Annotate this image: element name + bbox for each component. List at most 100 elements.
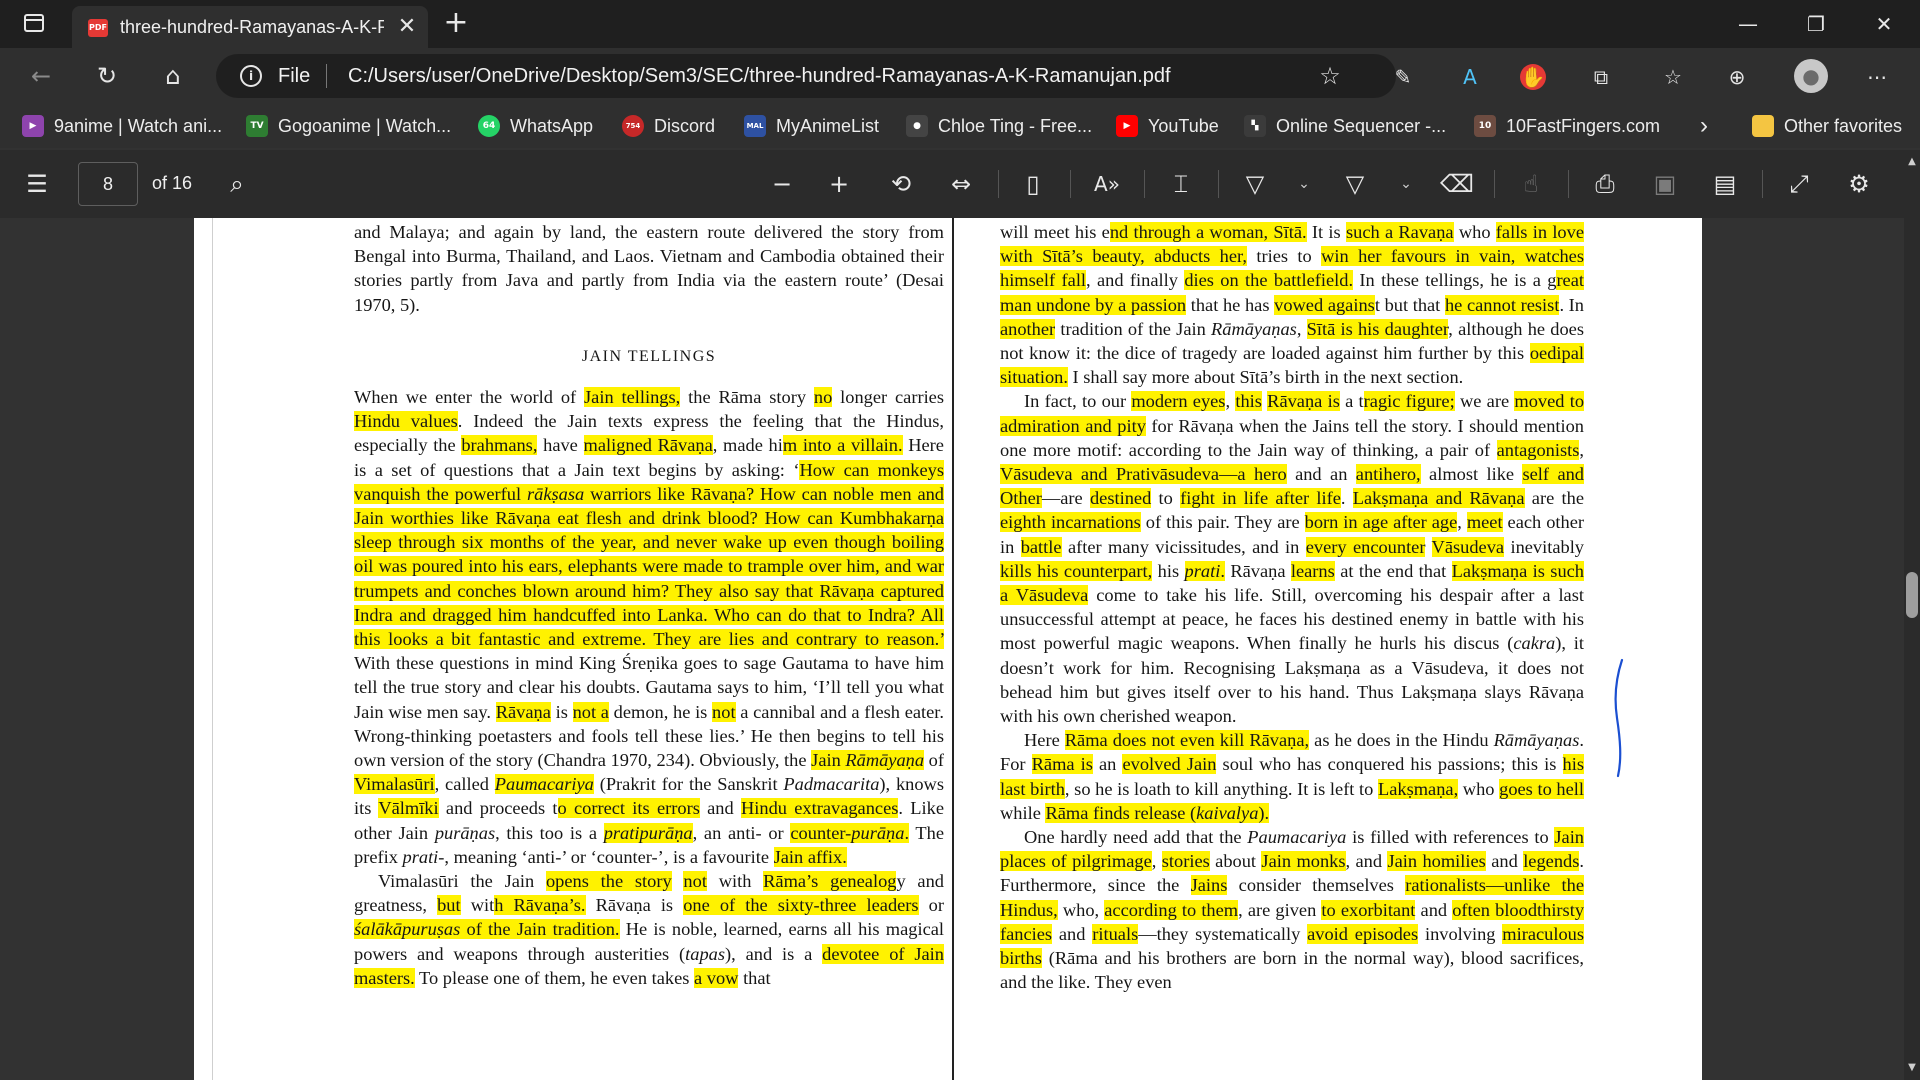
navigation-bar: ← ↻ ⌂ i File C:/Users/user/OneDrive/Desk…	[0, 48, 1920, 104]
favorite-discord[interactable]: 754 Discord	[622, 113, 715, 139]
favorite-label: Gogoanime | Watch...	[278, 115, 452, 136]
toolbar-separator	[1762, 170, 1763, 198]
toolbar-separator	[1494, 170, 1495, 198]
save-icon[interactable]: ▣	[1648, 167, 1682, 201]
favorites-overflow-chevron-icon[interactable]: ›	[1700, 112, 1708, 139]
add-favorite-icon[interactable]: ☆	[1314, 60, 1346, 92]
favorite-label: WhatsApp	[510, 115, 594, 136]
chloe-ting-icon: ●	[906, 115, 928, 137]
zoom-in-icon[interactable]: +	[822, 167, 856, 201]
close-window-button[interactable]: ✕	[1864, 8, 1904, 40]
favorite-label: YouTube	[1148, 115, 1219, 136]
page-number-input[interactable]: 8	[78, 162, 138, 206]
collections-icon[interactable]: ⊕	[1722, 62, 1752, 92]
folder-icon	[1752, 115, 1774, 137]
text-paragraph: In fact, to our modern eyes, this Rāvaṇa…	[1000, 391, 1585, 727]
scroll-down-arrow-icon[interactable]: ▼	[1904, 1060, 1920, 1076]
print-icon[interactable]: ⎙	[1588, 167, 1622, 201]
tab-strip: PDF three-hundred-Ramayanas-A-K-Ramanuja…	[0, 0, 1920, 48]
chevron-right-icon: ›	[1700, 112, 1708, 139]
page-view-icon[interactable]: ▯	[1016, 167, 1050, 201]
vertical-scrollbar[interactable]: ▲ ▼	[1904, 150, 1920, 1080]
fit-width-icon[interactable]: ⇔	[944, 167, 978, 201]
10fastfingers-icon: 10	[1474, 115, 1496, 137]
minimize-button[interactable]: —	[1728, 8, 1768, 40]
pdf-toolbar: ☰ 8 of 16 ⌕ − + ⟲ ⇔ ▯ A» ⌶ ▽ ⌄ ▽ ⌄ ⌫ ☝ ⎙…	[0, 150, 1920, 218]
text-paragraph: One hardly need add that the Paumacariya…	[1000, 827, 1585, 993]
toolbar-separator	[998, 170, 999, 198]
pen-extension-icon[interactable]: ✎	[1388, 62, 1418, 92]
page-edge-line	[212, 218, 213, 1080]
text-paragraph: When we enter the world of Jain tellings…	[354, 387, 945, 867]
zoom-out-icon[interactable]: −	[765, 167, 799, 201]
text-paragraph: will meet his end through a woman, Sītā.…	[1000, 222, 1584, 388]
find-search-icon[interactable]: ⌕	[220, 167, 254, 201]
tab-close-icon[interactable]: ✕	[392, 12, 422, 42]
url-text[interactable]: C:/Users/user/OneDrive/Desktop/Sem3/SEC/…	[348, 65, 1171, 88]
favorite-10fastfingers[interactable]: 10 10FastFingers.com	[1474, 113, 1660, 139]
highlight-icon[interactable]: ▽	[1338, 167, 1372, 201]
refresh-icon[interactable]: ↻	[88, 58, 126, 94]
restore-button[interactable]: ❐	[1796, 8, 1836, 40]
discord-icon: 754	[622, 115, 644, 137]
settings-gear-icon[interactable]: ⚙	[1842, 167, 1876, 201]
tab-actions-icon[interactable]	[24, 14, 44, 32]
toolbar-separator	[1144, 170, 1145, 198]
rotate-icon[interactable]: ⟲	[884, 167, 918, 201]
new-tab-button[interactable]: +	[440, 8, 472, 40]
favorite-online-sequencer[interactable]: ▚ Online Sequencer -...	[1244, 113, 1446, 139]
highlight-options-chevron-icon[interactable]: ⌄	[1398, 173, 1414, 195]
save-as-icon[interactable]: ▤	[1708, 167, 1742, 201]
touch-writing-icon[interactable]: ☝	[1514, 167, 1548, 201]
favorite-whatsapp[interactable]: 64 WhatsApp	[478, 113, 593, 139]
profile-avatar-icon[interactable]: ●	[1794, 59, 1828, 93]
myanimelist-icon: MAL	[744, 115, 766, 137]
scrollbar-thumb[interactable]	[1906, 572, 1918, 618]
more-menu-icon[interactable]: ⋯	[1862, 62, 1892, 92]
translate-extension-icon[interactable]: A	[1455, 62, 1485, 92]
toolbar-separator	[1568, 170, 1569, 198]
info-icon[interactable]: i	[240, 65, 262, 87]
pdf-page-spread: and Malaya; and again by land, the easte…	[194, 218, 1702, 1080]
toolbar-separator	[1218, 170, 1219, 198]
youtube-icon: ▶	[1116, 115, 1138, 137]
scroll-up-arrow-icon[interactable]: ▲	[1904, 154, 1920, 170]
document-viewport[interactable]: and Malaya; and again by land, the easte…	[0, 218, 1904, 1080]
tab-active[interactable]: PDF three-hundred-Ramayanas-A-K-Ramanuja…	[72, 6, 428, 48]
fullscreen-icon[interactable]: ⤢	[1782, 167, 1816, 201]
section-heading: JAIN TELLINGS	[581, 347, 717, 365]
draw-options-chevron-icon[interactable]: ⌄	[1296, 173, 1312, 195]
home-icon[interactable]: ⌂	[154, 58, 192, 94]
favorite-label: Discord	[654, 115, 716, 136]
pen-annotation-stroke	[1614, 658, 1624, 778]
adblock-extension-icon[interactable]: ✋	[1520, 64, 1546, 90]
online-sequencer-icon: ▚	[1244, 115, 1266, 137]
draw-icon[interactable]: ▽	[1238, 167, 1272, 201]
gogoanime-icon: TV	[246, 115, 268, 137]
text-paragraph: and Malaya; and again by land, the easte…	[354, 222, 944, 315]
tab-title: three-hundred-Ramayanas-A-K-Ramanujan.pd…	[120, 17, 384, 37]
favorite-label: 10FastFingers.com	[1506, 115, 1661, 136]
extensions-icon[interactable]: ⧉	[1586, 62, 1616, 92]
favorite-chloe-ting[interactable]: ● Chloe Ting - Free...	[906, 113, 1092, 139]
left-column: and Malaya; and again by land, the easte…	[354, 220, 945, 990]
pdf-icon: PDF	[88, 19, 108, 37]
page-total: of 16	[152, 173, 193, 193]
other-favorites-label: Other favorites	[1784, 115, 1903, 136]
other-favorites[interactable]: Other favorites	[1752, 113, 1902, 139]
back-arrow-icon[interactable]: ←	[22, 58, 60, 94]
read-aloud-icon[interactable]: A»	[1090, 167, 1124, 201]
favorite-youtube[interactable]: ▶ YouTube	[1116, 113, 1219, 139]
9anime-icon: ▶	[22, 115, 44, 137]
add-text-icon[interactable]: ⌶	[1164, 167, 1198, 201]
erase-icon[interactable]: ⌫	[1440, 167, 1474, 201]
text-paragraph: Here Rāma does not even kill Rāvaṇa, as …	[1000, 730, 1584, 823]
favorite-9anime[interactable]: ▶ 9anime | Watch ani...	[22, 113, 222, 139]
favorite-gogoanime[interactable]: TV Gogoanime | Watch...	[246, 113, 451, 139]
favorite-label: Online Sequencer -...	[1276, 115, 1447, 136]
contents-list-icon[interactable]: ☰	[20, 167, 54, 201]
favorites-icon[interactable]: ☆	[1658, 62, 1688, 92]
favorite-label: Chloe Ting - Free...	[938, 115, 1093, 136]
address-bar[interactable]: i File C:/Users/user/OneDrive/Desktop/Se…	[216, 54, 1396, 98]
favorite-myanimelist[interactable]: MAL MyAnimeList	[744, 113, 879, 139]
